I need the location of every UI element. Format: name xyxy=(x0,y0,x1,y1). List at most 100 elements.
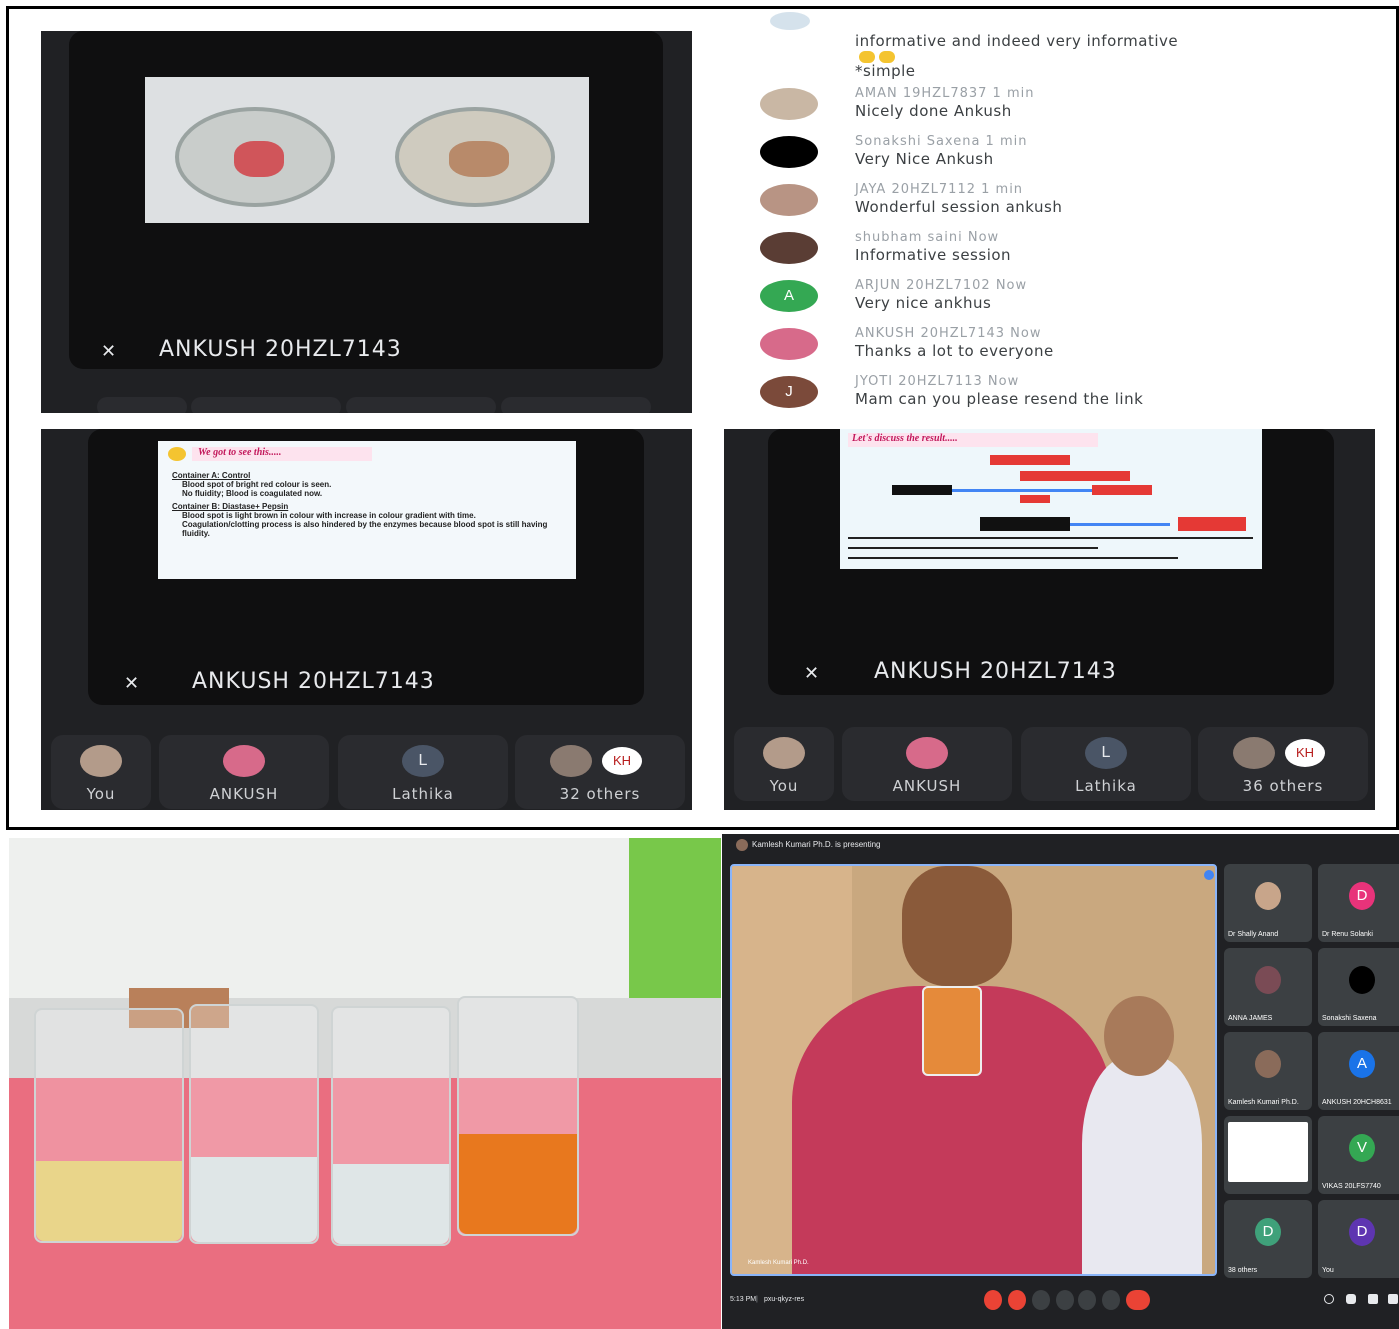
slide-text-line: Container B: Diastase+ Pepsin xyxy=(172,502,289,511)
slide-text-line xyxy=(848,537,1253,539)
presenter-tile[interactable]: ✕ ANKUSH 20HZL7143 xyxy=(69,31,663,369)
participant-avatar: D xyxy=(1255,1218,1281,1246)
slide-title: Let's discuss the result..... xyxy=(852,433,958,444)
present-button[interactable] xyxy=(1078,1290,1096,1310)
info-icon[interactable] xyxy=(1324,1294,1334,1304)
presenter-tile[interactable]: We got to see this..... Container A: Con… xyxy=(88,429,644,705)
presentation-slide: Let's discuss the result..... xyxy=(840,429,1262,569)
chat-avatar-partial xyxy=(770,12,810,30)
participant-tile[interactable]: ANKUSH xyxy=(842,727,1012,801)
chat-message-meta: AMAN 19HZL7837 1 min xyxy=(855,86,1035,101)
glass-orange xyxy=(457,996,579,1236)
mic-off-icon: ✕ xyxy=(124,673,140,693)
captions-button[interactable] xyxy=(1032,1290,1050,1310)
person-child xyxy=(1082,1056,1202,1274)
flowchart-arrow xyxy=(952,489,1092,492)
glass-orange xyxy=(922,986,982,1076)
participant-name: Lathika xyxy=(392,785,454,803)
presenter-name: ANKUSH 20HZL7143 xyxy=(192,669,435,694)
flowchart-box xyxy=(1020,471,1130,481)
flowchart-box xyxy=(892,485,952,495)
chat-message-text: *simple xyxy=(855,62,916,80)
participant-strip-4 xyxy=(501,397,651,413)
presenter-tile[interactable]: Let's discuss the result..... ✕ ANKUSH 2… xyxy=(768,429,1334,695)
chat-message-text: informative and indeed very informative xyxy=(855,32,1179,50)
participant-badge: KH xyxy=(602,747,642,775)
chat-message-text: Nicely done Ankush xyxy=(855,102,1012,120)
participant-avatar: L xyxy=(402,745,444,777)
presenter-avatar xyxy=(736,839,748,851)
separator: | xyxy=(756,1296,758,1303)
participant-tile[interactable]: Sonakshi Saxena xyxy=(1318,948,1399,1026)
mic-off-button[interactable] xyxy=(984,1290,1002,1310)
chat-message-meta: Sonakshi Saxena 1 min xyxy=(855,134,1028,149)
participant-tile[interactable]: Kamlesh Kumari Ph.D. xyxy=(1224,1032,1312,1110)
slide-title: We got to see this..... xyxy=(198,447,282,458)
participant-tile[interactable]: ANNA JAMES xyxy=(1224,948,1312,1026)
participant-avatar xyxy=(1228,1122,1308,1182)
participant-strip xyxy=(97,397,187,413)
participant-tile[interactable]: A ANKUSH 20HCH8631 xyxy=(1318,1032,1399,1110)
participant-avatar xyxy=(80,745,122,777)
slide-text-line: Blood spot is light brown in colour with… xyxy=(182,511,476,520)
presenting-banner: Kamlesh Kumari Ph.D. is presenting xyxy=(752,840,881,849)
participant-avatar: L xyxy=(1085,737,1127,769)
chat-message-text: Very Nice Ankush xyxy=(855,150,994,168)
participant-avatar xyxy=(550,745,592,777)
participant-name: 38 others xyxy=(1228,1267,1258,1274)
chat-message-text: Thanks a lot to everyone xyxy=(855,342,1054,360)
glasses-photo xyxy=(9,838,721,1329)
participant-tile[interactable]: L Lathika xyxy=(338,735,508,809)
participant-tile[interactable]: D You xyxy=(1318,1200,1399,1278)
participant-tile[interactable]: D 38 others xyxy=(1224,1200,1312,1278)
participant-tile[interactable]: KH 36 others xyxy=(1198,727,1368,801)
participant-tile[interactable]: V VIKAS 20LFS7740 xyxy=(1318,1116,1399,1194)
flowchart-arrow xyxy=(1070,523,1170,526)
participant-strip-2 xyxy=(191,397,341,413)
flowchart-box xyxy=(1178,517,1246,531)
main-video[interactable]: Kamlesh Kumari Ph.D. xyxy=(730,864,1217,1276)
activities-icon[interactable] xyxy=(1388,1294,1398,1304)
chat-message-meta: JAYA 20HZL7112 1 min xyxy=(855,182,1024,197)
meeting-time: 5:13 PM xyxy=(730,1296,757,1303)
presenter-name: ANKUSH 20HZL7143 xyxy=(874,659,1117,684)
participant-avatar xyxy=(1255,966,1281,994)
participant-avatar xyxy=(1233,737,1275,769)
camera-off-button[interactable] xyxy=(1008,1290,1026,1310)
mic-off-icon: ✕ xyxy=(804,663,820,683)
participant-name: Kamlesh Kumari Ph.D. xyxy=(1228,1099,1299,1106)
participant-tile[interactable]: D Dr Renu Solanki xyxy=(1318,864,1399,942)
chat-message-meta: ANKUSH 20HZL7143 Now xyxy=(855,326,1042,341)
participant-tile[interactable] xyxy=(1224,1116,1312,1194)
participant-avatar xyxy=(906,737,948,769)
participant-tile[interactable]: You xyxy=(51,735,151,809)
people-icon[interactable] xyxy=(1346,1294,1356,1304)
participant-tile[interactable]: You xyxy=(734,727,834,801)
petri-dish-a xyxy=(175,107,335,207)
chat-avatar xyxy=(760,136,818,168)
raise-hand-button[interactable] xyxy=(1056,1290,1074,1310)
participant-tile[interactable]: Dr Shally Anand xyxy=(1224,864,1312,942)
petri-dish-b xyxy=(395,107,555,207)
collage: ✕ ANKUSH 20HZL7143 informative and indee… xyxy=(0,0,1399,1329)
participant-name: VIKAS 20LFS7740 xyxy=(1322,1183,1381,1190)
slide-text-line: Coagulation/clotting process is also hin… xyxy=(182,520,548,538)
participant-avatar: V xyxy=(1349,1134,1375,1162)
mic-off-icon: ✕ xyxy=(101,341,117,361)
end-call-button[interactable] xyxy=(1126,1290,1150,1310)
chat-message-text: Informative session xyxy=(855,246,1012,264)
glass-clear-2 xyxy=(331,1006,451,1246)
participant-avatar: A xyxy=(1349,1050,1375,1078)
participant-name: Dr Shally Anand xyxy=(1228,931,1279,938)
participant-tile[interactable]: ANKUSH xyxy=(159,735,329,809)
chat-message-text: Wonderful session ankush xyxy=(855,198,1063,216)
participant-tile[interactable]: KH 32 others xyxy=(515,735,685,809)
chat-icon[interactable] xyxy=(1368,1294,1378,1304)
participant-tile[interactable]: L Lathika xyxy=(1021,727,1191,801)
more-options-button[interactable] xyxy=(1102,1290,1120,1310)
participant-name: 32 others xyxy=(559,785,641,803)
participant-avatar: D xyxy=(1349,882,1375,910)
more-options-icon[interactable] xyxy=(1204,870,1214,880)
main-video-label: Kamlesh Kumari Ph.D. xyxy=(748,1260,809,1266)
flowchart-box xyxy=(1092,485,1152,495)
